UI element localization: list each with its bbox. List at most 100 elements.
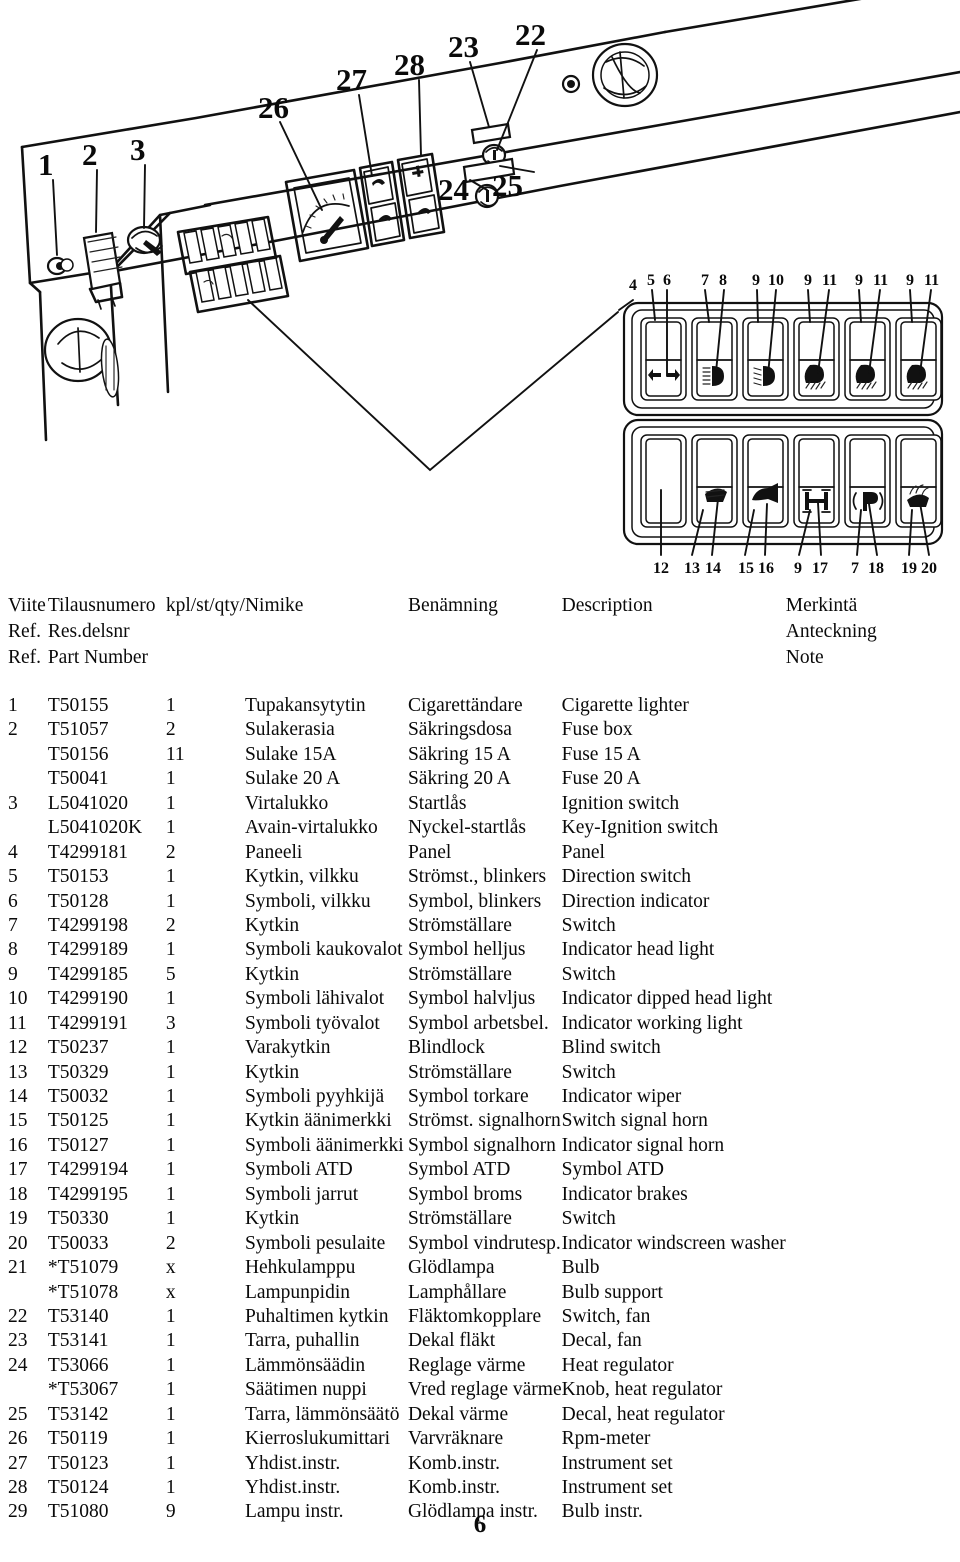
parts-table: Viite Tilausnumero kpl/st/qty/ Nimike Be… [8, 596, 952, 1527]
row-nimike: Varakytkin [244, 1037, 331, 1059]
switch-callout-7b: 7 [851, 560, 859, 577]
row-nimike: Säätimen nuppi [244, 1379, 367, 1401]
switch-callout-19: 19 [901, 560, 917, 577]
header-part-fi: Tilausnumero [47, 595, 156, 616]
row-ref: 18 [8, 1183, 28, 1205]
table-row: T50041 1 Sulake 20 A Säkring 20 A Fuse 20 A [8, 769, 952, 793]
row-nimike: Hehkulamppu [244, 1257, 356, 1279]
row-description: Blind switch [561, 1037, 661, 1059]
row-benamning: Vred reglage värme [407, 1379, 562, 1401]
table-row: L5041020K 1 Avain-virtalukko Nyckel-startlå… [8, 818, 952, 842]
table-row: 25 T53142 1 Tarra, lämmönsäätö Dekal värme De… [8, 1403, 952, 1429]
switch-callout-12: 12 [653, 560, 669, 577]
table-row: 21 *T51079 x Hehkulamppu Glödlampa Bulb [8, 1258, 952, 1282]
header-note-sv: Anteckning [785, 621, 877, 642]
row-note [786, 916, 952, 940]
row-quantity: 1 [165, 1428, 176, 1450]
row-part-number: L5041020K [47, 817, 143, 839]
table-row: 18 T4299195 1 Symboli jarrut Symbol broms Ind… [8, 1183, 952, 1209]
row-part-number: T50329 [47, 1061, 109, 1083]
row-part-number: T4299195 [47, 1183, 128, 1205]
row-quantity: 1 [165, 792, 176, 814]
row-note [786, 818, 952, 842]
row-description: Indicator wiper [561, 1086, 682, 1107]
switch-callout-16: 16 [758, 560, 774, 577]
row-description: Fuse 15 A [561, 743, 641, 765]
row-nimike: Symboli pyyhkijä [244, 1086, 385, 1107]
row-quantity: 2 [165, 841, 176, 863]
switch-callout-7: 7 [701, 272, 709, 289]
switch-callout-9a: 9 [752, 272, 760, 289]
row-note [786, 940, 952, 964]
row-note [786, 720, 952, 744]
row-description: Indicator brakes [561, 1183, 688, 1205]
row-ref [8, 1283, 48, 1307]
row-quantity: 3 [165, 1012, 176, 1034]
switch-panel-detail: 4 5 6 7 8 9 10 9 11 9 11 9 11 12 13 14 1… [618, 272, 944, 577]
row-quantity: 1 [165, 1208, 176, 1230]
row-note [786, 1405, 952, 1429]
row-benamning: Symbol signalhorn [407, 1134, 556, 1156]
row-note [786, 1111, 952, 1135]
row-quantity: 1 [165, 1159, 176, 1181]
row-description: Decal, fan [561, 1330, 642, 1352]
row-benamning: Strömställare [407, 1208, 512, 1230]
row-description: Bulb [561, 1257, 600, 1279]
row-benamning: Symbol broms [407, 1183, 523, 1205]
row-part-number: T50041 [47, 768, 109, 790]
row-ref: 15 [8, 1110, 28, 1132]
table-row: 7 T4299198 2 Kytkin Strömställare Switch [8, 916, 952, 940]
row-quantity: 1 [165, 1305, 176, 1327]
row-part-number: T50237 [47, 1037, 109, 1059]
row-part-number: T50330 [47, 1208, 109, 1230]
row-benamning: Lamphållare [407, 1281, 507, 1303]
row-ref [8, 818, 48, 842]
page-number: 6 [473, 1511, 487, 1538]
row-benamning: Säkring 15 A [407, 743, 511, 765]
row-benamning: Strömställare [407, 963, 512, 985]
callout-2: 2 [82, 137, 98, 172]
row-quantity: 2 [165, 914, 176, 936]
switch-callout-5: 5 [647, 272, 655, 289]
row-part-number: L5041020 [47, 792, 128, 814]
row-note [786, 1356, 952, 1380]
row-note [786, 745, 952, 769]
table-row: 8 T4299189 1 Symboli kaukovalot Symbol hellj… [8, 940, 952, 964]
row-benamning: Symbol arbetsbel. [407, 1012, 549, 1034]
row-description: Knob, heat regulator [561, 1379, 723, 1401]
switch-callout-15: 15 [738, 560, 754, 577]
row-part-number: T50127 [47, 1134, 109, 1156]
row-ref: 3 [8, 792, 18, 814]
table-row: 11 T4299191 3 Symboli työvalot Symbol arbets… [8, 1012, 952, 1038]
row-nimike: Symboli pesulaite [244, 1232, 386, 1254]
row-part-number: *T51079 [47, 1257, 119, 1279]
header-nimike: Nimike [244, 595, 304, 616]
row-part-number: T50153 [47, 866, 109, 888]
switch-callout-14: 14 [705, 560, 721, 577]
row-nimike: Tupakansytytin [244, 695, 366, 716]
row-part-number: T50032 [47, 1086, 109, 1107]
row-benamning: Symbol ATD [407, 1159, 511, 1181]
row-note [786, 1209, 952, 1233]
row-benamning: Varvräknare [407, 1428, 504, 1450]
table-row: 1 T50155 1 Tupakansytytin Cigarettändare Ciga… [8, 696, 952, 720]
table-row: 14 T50032 1 Symboli pyyhkijä Symbol torkare I… [8, 1087, 952, 1111]
row-benamning: Nyckel-startlås [407, 817, 526, 839]
row-ref [8, 1380, 48, 1404]
switch-callout-11b: 11 [873, 272, 888, 289]
row-quantity: 1 [165, 1330, 176, 1352]
row-benamning: Säkringsdosa [407, 719, 512, 741]
row-nimike: Sulake 15A [244, 743, 337, 765]
table-row: 5 T50153 1 Kytkin, vilkku Strömst., blinkers… [8, 867, 952, 891]
row-nimike: Tarra, lämmönsäätö [244, 1403, 400, 1425]
switch-callout-6: 6 [663, 272, 671, 289]
row-nimike: Symboli jarrut [244, 1183, 359, 1205]
row-nimike: Avain-virtalukko [244, 817, 378, 839]
row-part-number: T50033 [47, 1232, 109, 1254]
row-benamning: Komb.instr. [407, 1452, 501, 1474]
row-note [786, 989, 952, 1013]
row-ref: 7 [8, 914, 18, 936]
header-ref-en: Ref. [8, 647, 42, 668]
row-description: Heat regulator [561, 1354, 674, 1376]
table-row: 24 T53066 1 Lämmönsäädin Reglage värme Heat r… [8, 1354, 952, 1380]
